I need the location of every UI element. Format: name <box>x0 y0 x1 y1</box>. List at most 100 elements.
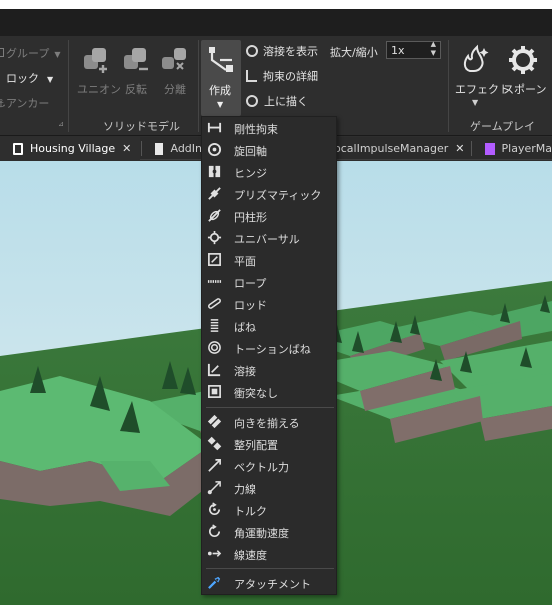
spring-icon <box>210 319 219 332</box>
create-constraint-button[interactable]: 作成 ▼ <box>201 40 241 116</box>
menu-item-label: 整列配置 <box>234 439 278 452</box>
rod-icon <box>208 298 221 309</box>
menu-item-vector-force[interactable]: ベクトル力 <box>202 455 336 477</box>
plane-icon <box>208 253 221 266</box>
tab-addin[interactable]: AddIn <box>142 137 202 160</box>
menu-item-label: トルク <box>234 505 267 518</box>
place-document-icon <box>13 142 23 155</box>
union-icon <box>84 48 107 73</box>
constraint-details-label: 拘束の詳細 <box>263 70 318 83</box>
menu-item-label: アタッチメント <box>234 578 311 591</box>
negate-label: 反転 <box>125 83 147 96</box>
separate-icon <box>162 48 186 70</box>
menu-item-label: 平面 <box>234 255 256 268</box>
close-icon[interactable]: ✕ <box>122 142 131 155</box>
menu-item-label: ヒンジ <box>234 167 267 180</box>
menu-item-universal[interactable]: ユニバーサル <box>202 227 336 249</box>
draw-on-top-label: 上に描く <box>264 95 308 108</box>
menu-item-rigid-constraint[interactable]: 剛性拘束 <box>202 117 336 139</box>
effects-label: エフェクト <box>455 83 510 96</box>
separate-label: 分離 <box>164 83 186 96</box>
linear-velocity-icon <box>207 550 222 557</box>
menu-bar <box>0 9 552 36</box>
attachment-icon <box>208 576 221 589</box>
effects-icon <box>463 44 489 72</box>
menu-item-align-position[interactable]: 整列配置 <box>202 433 336 455</box>
menu-item-label: 線速度 <box>234 549 267 562</box>
script-icon <box>155 142 164 155</box>
draw-on-top-icon <box>246 95 258 107</box>
show-welds-icon <box>246 45 258 57</box>
menu-item-label: ロッド <box>234 299 267 312</box>
menu-item-plane[interactable]: 平面 <box>202 249 336 271</box>
create-constraint-menu: 剛性拘束 旋回軸 ヒンジ プリズマティック 円柱形 ユニバーサル 平面 ロープ … <box>201 116 337 595</box>
hinge-pivot-icon <box>207 142 222 157</box>
constraint-details-toggle[interactable]: 拘束の詳細 <box>246 68 318 84</box>
torque-icon <box>209 502 221 515</box>
ribbon-separator <box>448 40 449 132</box>
constraint-create-icon <box>209 47 233 72</box>
menu-item-torsion-spring[interactable]: トーションばね <box>202 337 336 359</box>
menu-item-rod[interactable]: ロッド <box>202 293 336 315</box>
show-welds-label: 溶接を表示 <box>263 45 318 58</box>
tab-player-manager[interactable]: PlayerMa <box>472 137 552 160</box>
group-icon <box>0 48 4 57</box>
menu-separator <box>206 568 334 569</box>
create-label: 作成 <box>209 84 231 97</box>
constraint-details-icon <box>246 70 257 82</box>
weld-icon <box>207 363 221 377</box>
align-orientation-icon <box>207 414 222 429</box>
hinge-icon <box>208 165 221 178</box>
stepper-up-icon[interactable]: ▲ <box>431 40 436 48</box>
menu-item-line-force[interactable]: 力線 <box>202 477 336 499</box>
group-expand-icon[interactable]: ⊿ <box>58 120 64 128</box>
angular-velocity-icon <box>209 524 221 537</box>
anchor-button[interactable]: ⚓アンカー <box>0 95 49 111</box>
menu-item-label: ばね <box>234 321 256 334</box>
menu-item-hinge-pivot[interactable]: 旋回軸 <box>202 139 336 161</box>
align-position-icon <box>207 436 222 451</box>
menu-item-no-collision[interactable]: 衝突なし <box>202 381 336 403</box>
menu-item-torque[interactable]: トルク <box>202 499 336 521</box>
menu-item-prismatic[interactable]: プリズマティック <box>202 183 336 205</box>
window-title-strip <box>0 0 552 9</box>
menu-item-align-orientation[interactable]: 向きを揃える <box>202 411 336 433</box>
scale-input[interactable]: 1x ▲ ▼ <box>386 40 441 59</box>
menu-item-label: 角運動速度 <box>234 527 289 540</box>
menu-item-cylindrical[interactable]: 円柱形 <box>202 205 336 227</box>
tab-housing-village[interactable]: Housing Village ✕ <box>0 137 140 160</box>
spawn-label: スポーン <box>503 83 547 96</box>
menu-item-label: ユニバーサル <box>234 233 300 246</box>
menu-item-label: ロープ <box>234 277 267 290</box>
tab-local-impulse-manager[interactable]: ocalImpulseManager ✕ <box>334 137 465 160</box>
scale-label: 拡大/縮小 <box>330 46 378 59</box>
menu-separator <box>206 407 334 408</box>
close-icon[interactable]: ✕ <box>455 142 464 155</box>
menu-item-attachment[interactable]: アタッチメント <box>202 572 336 594</box>
menu-item-linear-velocity[interactable]: 線速度 <box>202 543 336 565</box>
stepper-down-icon[interactable]: ▼ <box>431 49 436 57</box>
menu-item-weld[interactable]: 溶接 <box>202 359 336 381</box>
tab-label: ocalImpulseManager <box>334 142 449 155</box>
chevron-down-icon: ▼ <box>217 100 224 109</box>
rigid-constraint-icon <box>207 122 222 133</box>
menu-item-label: プリズマティック <box>234 189 322 202</box>
module-script-icon <box>485 142 495 155</box>
ribbon-separator <box>198 40 199 132</box>
menu-item-rope[interactable]: ロープ <box>202 271 336 293</box>
menu-item-hinge[interactable]: ヒンジ <box>202 161 336 183</box>
menu-item-spring[interactable]: ばね <box>202 315 336 337</box>
menu-item-label: 旋回軸 <box>234 145 267 158</box>
spawn-icon <box>509 46 537 74</box>
prismatic-icon <box>208 187 221 200</box>
show-welds-toggle[interactable]: 溶接を表示 <box>246 43 318 59</box>
tab-label: AddIn <box>170 142 202 155</box>
draw-on-top-toggle[interactable]: 上に描く <box>246 93 308 109</box>
menu-item-angular-velocity[interactable]: 角運動速度 <box>202 521 336 543</box>
group-button[interactable]: グループ ▼ <box>0 45 61 61</box>
cylindrical-icon <box>208 209 221 222</box>
menu-item-label: トーションばね <box>234 343 311 356</box>
line-force-icon <box>207 481 221 495</box>
lock-button[interactable]: ロック ▼ <box>6 70 53 86</box>
menu-item-label: 向きを揃える <box>234 417 300 430</box>
